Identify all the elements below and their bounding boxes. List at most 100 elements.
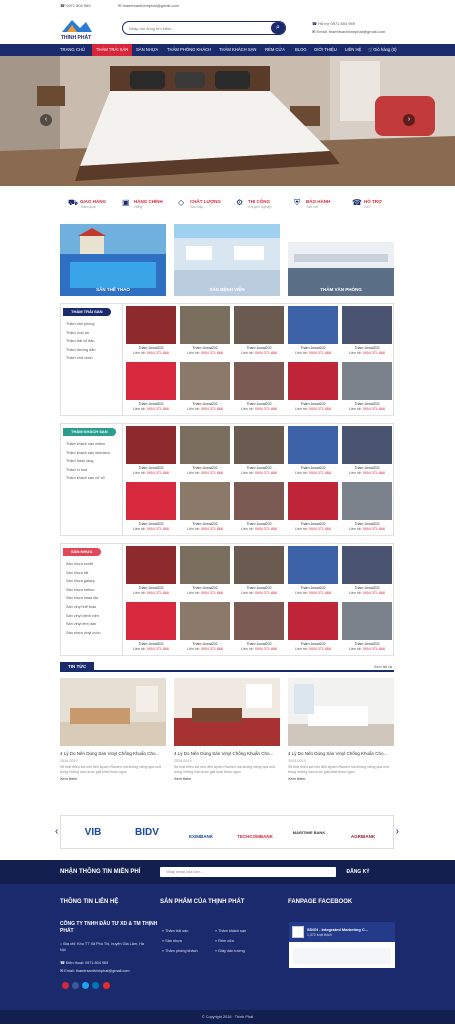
- nav-blog[interactable]: BLOG: [295, 44, 307, 56]
- product-card[interactable]: Thảm Juwal202 Liên hệ: 0904 371 868: [287, 601, 339, 656]
- product-image[interactable]: [180, 602, 230, 640]
- product-card[interactable]: Thảm Juwal202 Liên hệ: 0904 371 868: [179, 545, 231, 600]
- product-name[interactable]: Thảm Juwal202: [233, 346, 285, 350]
- section-title[interactable]: SÀN NHỰA: [63, 548, 101, 556]
- search-button[interactable]: ⌕: [271, 22, 285, 34]
- product-image[interactable]: [342, 362, 392, 400]
- product-name[interactable]: Thảm Juwal202: [179, 402, 231, 406]
- sidebar-link[interactable]: Thảm in hoa: [66, 468, 87, 472]
- nav-trang-chu[interactable]: TRANG CHỦ: [60, 44, 85, 56]
- product-image[interactable]: [180, 426, 230, 464]
- product-card[interactable]: Thảm Juwal202 Liên hệ: 0904 371 868: [233, 361, 285, 416]
- nav-gioi-thieu[interactable]: GIỚI THIỆU: [314, 44, 337, 56]
- nav-san-nhua[interactable]: SÀN NHỰA: [136, 44, 158, 56]
- product-card[interactable]: Thảm Juwal202 Liên hệ: 0904 371 868: [233, 425, 285, 480]
- product-name[interactable]: Thảm Juwal202: [341, 642, 393, 646]
- slider-prev-button[interactable]: ‹: [40, 114, 52, 126]
- category-san-benh-vien[interactable]: SÀN BỆNH VIỆN: [174, 224, 280, 296]
- product-card[interactable]: Thảm Juwal202 Liên hệ: 0904 371 868: [179, 481, 231, 536]
- news-item[interactable]: 4 Lý Do Nên Dùng Sàn Vinyl Chống Khuẩn C…: [174, 678, 280, 781]
- sidebar-link[interactable]: Sàn nhựa galaxy: [66, 579, 95, 583]
- footer-phone[interactable]: ☎ Điện thoại: 0971 804 969: [60, 960, 108, 965]
- product-card[interactable]: Thảm Juwal202 Liên hệ: 0904 371 868: [341, 545, 393, 600]
- sidebar-link[interactable]: Sàn vinyl bệnh viện: [66, 614, 99, 618]
- product-name[interactable]: Thảm Juwal202: [233, 402, 285, 406]
- product-card[interactable]: Thảm Juwal202 Liên hệ: 0904 371 868: [125, 305, 177, 360]
- search-input[interactable]: [129, 26, 269, 31]
- product-name[interactable]: Thảm Juwal202: [287, 586, 339, 590]
- product-image[interactable]: [342, 426, 392, 464]
- product-image[interactable]: [180, 482, 230, 520]
- sidebar-link[interactable]: Thảm khách sạn cỡ xổ: [66, 476, 105, 480]
- read-more-link[interactable]: Xem thêm: [60, 777, 166, 781]
- footer-product-link[interactable]: » Thảm trải sàn: [162, 929, 188, 933]
- product-image[interactable]: [126, 602, 176, 640]
- footer-email[interactable]: ✉ Email: thamtrsanthinhphat@gmail.com: [60, 968, 130, 973]
- product-card[interactable]: Thảm Juwal202 Liên hệ: 0904 371 868: [125, 481, 177, 536]
- product-card[interactable]: Thảm Juwal202 Liên hệ: 0904 371 868: [179, 361, 231, 416]
- product-image[interactable]: [342, 546, 392, 584]
- product-card[interactable]: Thảm Juwal202 Liên hệ: 0904 371 868: [125, 361, 177, 416]
- product-name[interactable]: Thảm Juwal202: [287, 522, 339, 526]
- product-card[interactable]: Thảm Juwal202 Liên hệ: 0904 371 868: [125, 425, 177, 480]
- news-item[interactable]: 4 Lý Do Nên Dùng Sàn Vinyl Chống Khuẩn C…: [60, 678, 166, 781]
- product-card[interactable]: Thảm Juwal202 Liên hệ: 0904 371 868: [341, 361, 393, 416]
- product-name[interactable]: Thảm Juwal202: [125, 586, 177, 590]
- sidebar-link[interactable]: Thảm chữ chần: [66, 356, 93, 360]
- sidebar-link[interactable]: Thảm trải cổ bản: [66, 339, 95, 343]
- product-image[interactable]: [288, 482, 338, 520]
- product-image[interactable]: [288, 362, 338, 400]
- chevron-right-icon[interactable]: ›: [396, 826, 399, 837]
- product-name[interactable]: Thảm Juwal202: [341, 466, 393, 470]
- product-card[interactable]: Thảm Juwal202 Liên hệ: 0904 371 868: [287, 545, 339, 600]
- news-title-text[interactable]: 4 Lý Do Nên Dùng Sàn Vinyl Chống Khuẩn C…: [60, 751, 166, 757]
- read-more-link[interactable]: Xem thêm: [174, 777, 280, 781]
- product-image[interactable]: [126, 482, 176, 520]
- category-tham-van-phong[interactable]: THẢM VĂN PHÒNG: [288, 224, 394, 296]
- product-name[interactable]: Thảm Juwal202: [179, 346, 231, 350]
- product-name[interactable]: Thảm Juwal202: [341, 402, 393, 406]
- sidebar-link[interactable]: Thảm hành lang: [66, 459, 93, 463]
- partner-logo-agribank[interactable]: AGRIBANK: [341, 822, 385, 844]
- nav-cart[interactable]: 🛒Giỏ hàng (0): [368, 44, 397, 56]
- search-box[interactable]: ⌕: [122, 21, 286, 35]
- product-image[interactable]: [342, 482, 392, 520]
- product-card[interactable]: Thảm Juwal202 Liên hệ: 0904 371 868: [233, 481, 285, 536]
- youtube-icon[interactable]: [102, 982, 110, 989]
- product-card[interactable]: Thảm Juwal202 Liên hệ: 0904 371 868: [341, 305, 393, 360]
- product-card[interactable]: Thảm Juwal202 Liên hệ: 0904 371 868: [233, 305, 285, 360]
- product-image[interactable]: [234, 482, 284, 520]
- product-card[interactable]: Thảm Juwal202 Liên hệ: 0904 371 868: [233, 601, 285, 656]
- product-card[interactable]: Thảm Juwal202 Liên hệ: 0904 371 868: [287, 361, 339, 416]
- product-card[interactable]: Thảm Juwal202 Liên hệ: 0904 371 868: [341, 481, 393, 536]
- product-card[interactable]: Thảm Juwal202 Liên hệ: 0904 371 868: [125, 601, 177, 656]
- section-title[interactable]: THẢM TRẢI SÀN: [63, 308, 111, 316]
- product-name[interactable]: Thảm Juwal202: [233, 586, 285, 590]
- product-card[interactable]: Thảm Juwal202 Liên hệ: 0904 371 868: [287, 481, 339, 536]
- sidebar-link[interactable]: Sàn nhựa ecofit: [66, 562, 93, 566]
- sidebar-link[interactable]: Thảm văn phòng: [66, 322, 95, 326]
- product-name[interactable]: Thảm Juwal202: [125, 642, 177, 646]
- product-image[interactable]: [234, 602, 284, 640]
- product-name[interactable]: Thảm Juwal202: [233, 466, 285, 470]
- news-item[interactable]: 4 Lý Do Nên Dùng Sàn Vinyl Chống Khuẩn C…: [288, 678, 394, 781]
- category-san-the-thao[interactable]: SÂN THỂ THAO: [60, 224, 166, 296]
- footer-product-link[interactable]: » Thảm khách sạn: [215, 929, 246, 933]
- partner-logo-maritime[interactable]: MARITIME BANK: [287, 822, 331, 844]
- product-name[interactable]: Thảm Juwal202: [179, 586, 231, 590]
- product-name[interactable]: Thảm Juwal202: [125, 522, 177, 526]
- product-name[interactable]: Thảm Juwal202: [233, 642, 285, 646]
- pinterest-icon[interactable]: [62, 982, 69, 989]
- product-name[interactable]: Thảm Juwal202: [341, 522, 393, 526]
- product-image[interactable]: [234, 546, 284, 584]
- product-name[interactable]: Thảm Juwal202: [179, 522, 231, 526]
- subscribe-button[interactable]: ĐĂNG KÝ: [338, 867, 378, 877]
- nav-tham-phong-khach[interactable]: THẢM PHÒNG KHÁCH: [167, 44, 211, 56]
- product-card[interactable]: Thảm Juwal202 Liên hệ: 0904 371 868: [341, 601, 393, 656]
- hero-slider[interactable]: ‹ ›: [0, 56, 455, 186]
- newsletter-input[interactable]: Nhập email của bạn...: [160, 867, 336, 877]
- product-image[interactable]: [288, 546, 338, 584]
- footer-product-link[interactable]: » Giấy dán tường: [215, 949, 245, 953]
- footer-product-link[interactable]: » Thảm phòng khách: [162, 949, 198, 953]
- product-image[interactable]: [234, 306, 284, 344]
